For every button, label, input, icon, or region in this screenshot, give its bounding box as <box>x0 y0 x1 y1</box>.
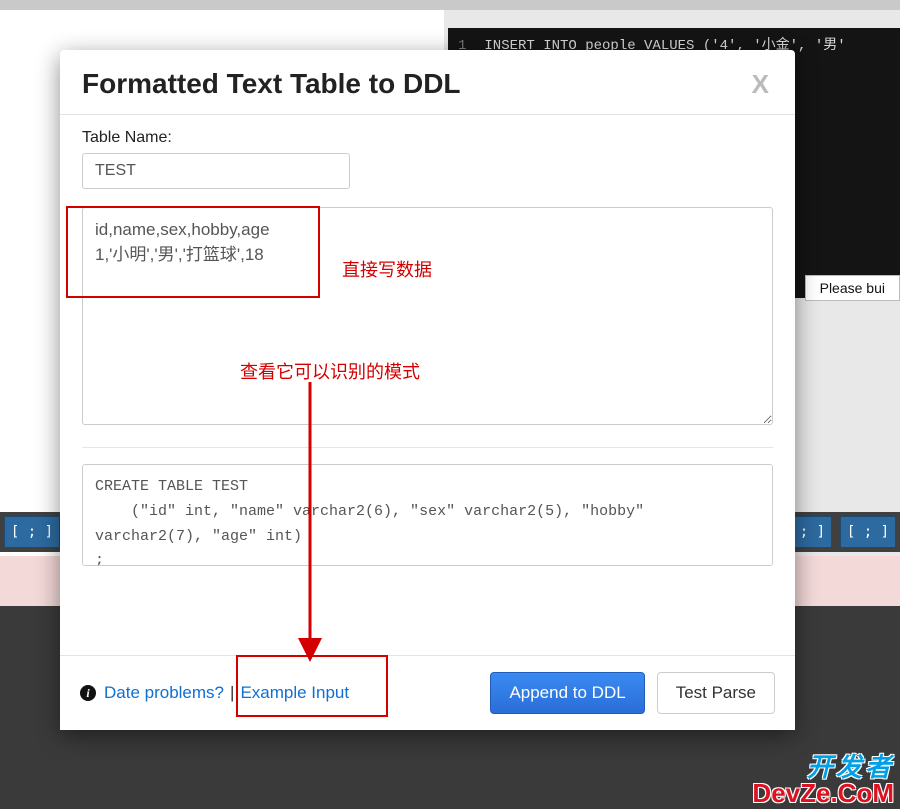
table-name-input[interactable] <box>82 153 350 189</box>
footer-separator: | <box>230 683 234 703</box>
section-divider <box>82 447 773 448</box>
bg-status-button[interactable]: Please bui <box>805 275 900 301</box>
bg-toolbar-btn-left[interactable]: [ ; ] ▾ <box>4 516 60 548</box>
footer-right: Append to DDL Test Parse <box>490 672 775 714</box>
text-to-ddl-modal: Formatted Text Table to DDL X Table Name… <box>60 50 795 730</box>
date-problems-link[interactable]: Date problems? <box>104 683 224 703</box>
modal-header: Formatted Text Table to DDL X <box>60 50 795 115</box>
close-icon[interactable]: X <box>748 69 773 100</box>
info-icon: i <box>80 685 96 701</box>
bg-toolbar-btn-right2[interactable]: [ ; ] ▾ <box>840 516 896 548</box>
table-name-label: Table Name: <box>82 129 773 147</box>
example-input-link[interactable]: Example Input <box>240 683 349 703</box>
footer-left: i Date problems? | Example Input <box>80 683 349 703</box>
modal-footer: i Date problems? | Example Input Append … <box>60 655 795 730</box>
append-to-ddl-button[interactable]: Append to DDL <box>490 672 644 714</box>
ddl-output[interactable]: CREATE TABLE TEST ("id" int, "name" varc… <box>82 464 773 566</box>
modal-body: Table Name: CREATE TABLE TEST ("id" int,… <box>60 115 795 655</box>
data-textarea[interactable] <box>82 207 773 425</box>
modal-title: Formatted Text Table to DDL <box>82 68 461 100</box>
test-parse-button[interactable]: Test Parse <box>657 672 775 714</box>
